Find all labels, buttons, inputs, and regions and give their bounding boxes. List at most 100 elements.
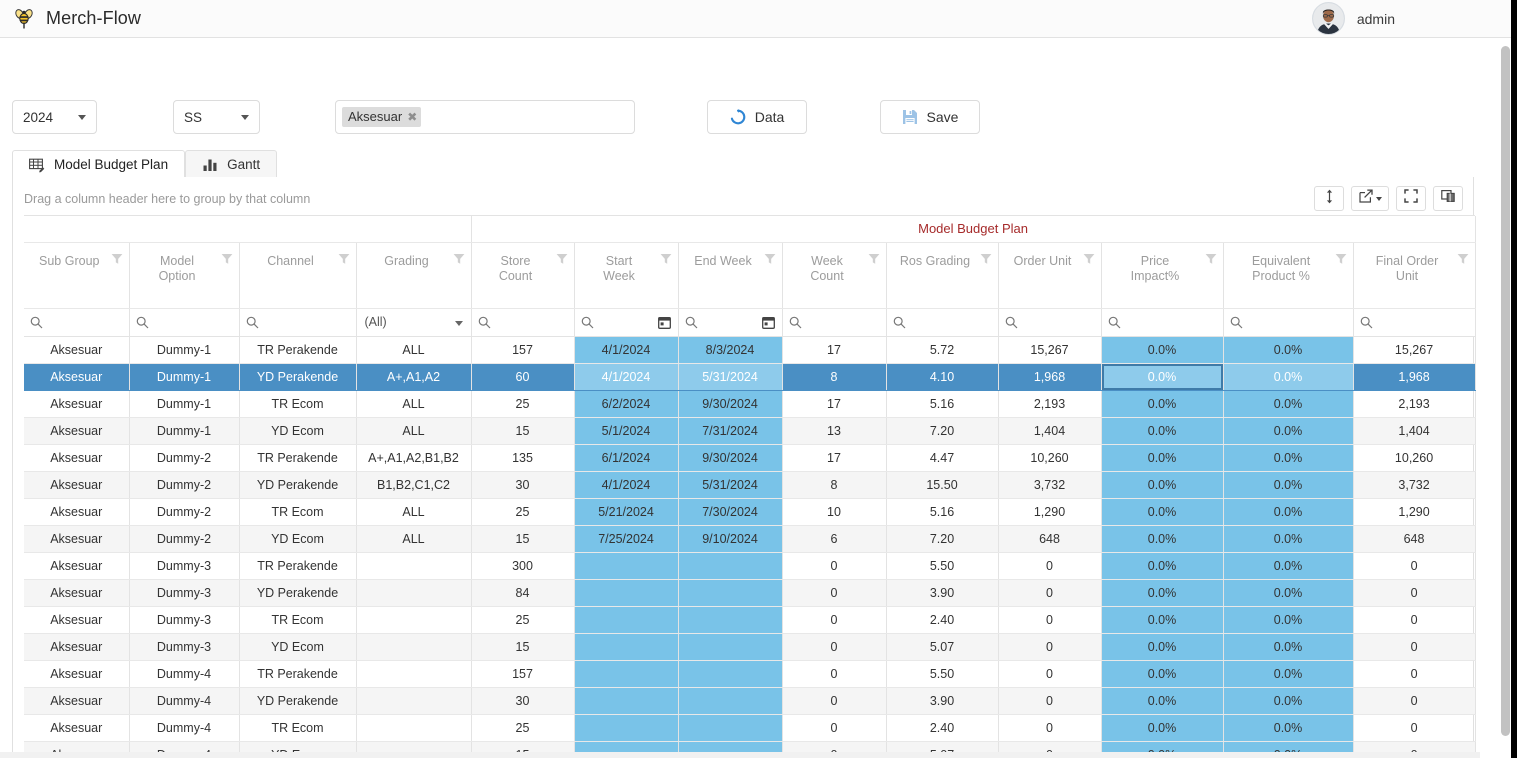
table-row[interactable]: Aksesuar Dummy-1 YD Ecom ALL 15 5/1/2024 7/31/… <box>24 417 1476 445</box>
cell-week_count[interactable]: 0 <box>782 660 887 688</box>
cell-grading[interactable] <box>356 660 472 688</box>
table-row[interactable]: Aksesuar Dummy-1 TR Ecom ALL 25 6/2/2024 9/30/… <box>24 390 1476 418</box>
cell-price_impact[interactable]: 0.0% <box>1101 606 1224 634</box>
cell-sub_group[interactable]: Aksesuar <box>24 471 130 499</box>
cell-order_unit[interactable]: 1,404 <box>998 417 1102 445</box>
cell-equiv_pct[interactable]: 0.0% <box>1223 336 1354 364</box>
cell-channel[interactable]: TR Ecom <box>239 606 357 634</box>
cell-ros_grading[interactable]: 4.10 <box>886 363 999 391</box>
cell-store_count[interactable]: 25 <box>471 390 575 418</box>
cell-order_unit[interactable]: 0 <box>998 552 1102 580</box>
cell-model_option[interactable]: Dummy-3 <box>129 633 240 661</box>
cell-grading[interactable]: ALL <box>356 525 472 553</box>
cell-grading[interactable]: ALL <box>356 498 472 526</box>
cell-equiv_pct[interactable]: 0.0% <box>1223 579 1354 607</box>
cell-grading[interactable] <box>356 606 472 634</box>
cell-order_unit[interactable]: 1,290 <box>998 498 1102 526</box>
cell-final_order[interactable]: 0 <box>1353 552 1476 580</box>
cell-store_count[interactable]: 30 <box>471 687 575 715</box>
filter-cell-channel[interactable] <box>239 308 357 337</box>
cell-final_order[interactable]: 2,193 <box>1353 390 1476 418</box>
filter-icon[interactable] <box>111 253 123 269</box>
search-icon[interactable] <box>1005 316 1018 332</box>
cell-equiv_pct[interactable]: 0.0% <box>1223 363 1354 391</box>
cell-grading[interactable]: ALL <box>356 417 472 445</box>
cell-ros_grading[interactable]: 5.50 <box>886 660 999 688</box>
cell-grading[interactable] <box>356 579 472 607</box>
cell-grading[interactable]: B1,B2,C1,C2 <box>356 471 472 499</box>
cell-store_count[interactable]: 300 <box>471 552 575 580</box>
cell-channel[interactable]: YD Ecom <box>239 633 357 661</box>
filter-icon[interactable] <box>1457 253 1469 269</box>
cell-grading[interactable]: A+,A1,A2 <box>356 363 472 391</box>
filter-cell-order_unit[interactable] <box>998 308 1102 337</box>
cell-equiv_pct[interactable]: 0.0% <box>1223 471 1354 499</box>
cell-store_count[interactable]: 157 <box>471 660 575 688</box>
cell-week_count[interactable]: 17 <box>782 336 887 364</box>
cell-sub_group[interactable]: Aksesuar <box>24 525 130 553</box>
filter-icon[interactable] <box>764 253 776 269</box>
cell-week_count[interactable]: 0 <box>782 633 887 661</box>
cell-end_week[interactable] <box>678 579 783 607</box>
cell-ros_grading[interactable]: 5.50 <box>886 552 999 580</box>
cell-start_week[interactable]: 4/1/2024 <box>574 471 679 499</box>
cell-end_week[interactable] <box>678 606 783 634</box>
cell-end_week[interactable] <box>678 714 783 742</box>
cell-end_week[interactable]: 9/10/2024 <box>678 525 783 553</box>
cell-model_option[interactable]: Dummy-2 <box>129 525 240 553</box>
cell-ros_grading[interactable]: 7.20 <box>886 417 999 445</box>
cell-week_count[interactable]: 0 <box>782 552 887 580</box>
cell-week_count[interactable]: 13 <box>782 417 887 445</box>
cell-store_count[interactable]: 30 <box>471 471 575 499</box>
cell-sub_group[interactable]: Aksesuar <box>24 606 130 634</box>
filter-icon[interactable] <box>660 253 672 269</box>
cell-equiv_pct[interactable]: 0.0% <box>1223 390 1354 418</box>
data-button[interactable]: Data <box>707 100 807 134</box>
cell-grading[interactable] <box>356 714 472 742</box>
cell-week_count[interactable]: 8 <box>782 363 887 391</box>
filter-icon[interactable] <box>1335 253 1347 269</box>
cell-start_week[interactable] <box>574 579 679 607</box>
cell-price_impact[interactable]: 0.0% <box>1101 417 1224 445</box>
cell-final_order[interactable]: 10,260 <box>1353 444 1476 472</box>
cell-price_impact[interactable]: 0.0% <box>1101 444 1224 472</box>
table-row[interactable]: Aksesuar Dummy-4 YD Perakende 30 0 3.90 0 0.0% 0… <box>24 687 1476 715</box>
cell-sub_group[interactable]: Aksesuar <box>24 336 130 364</box>
table-row[interactable]: Aksesuar Dummy-2 TR Ecom ALL 25 5/21/2024 7/30… <box>24 498 1476 526</box>
cell-week_count[interactable]: 0 <box>782 579 887 607</box>
cell-ros_grading[interactable]: 2.40 <box>886 606 999 634</box>
cell-channel[interactable]: TR Perakende <box>239 336 357 364</box>
cell-ros_grading[interactable]: 3.90 <box>886 687 999 715</box>
cell-week_count[interactable]: 6 <box>782 525 887 553</box>
cell-channel[interactable]: TR Perakende <box>239 552 357 580</box>
cell-price_impact[interactable]: 0.0% <box>1101 390 1224 418</box>
group-panel[interactable]: Drag a column header here to group by th… <box>13 183 1473 215</box>
search-icon[interactable] <box>893 316 906 332</box>
filter-cell-sub_group[interactable] <box>24 308 130 337</box>
cell-model_option[interactable]: Dummy-4 <box>129 687 240 715</box>
cell-final_order[interactable]: 0 <box>1353 579 1476 607</box>
cell-order_unit[interactable]: 0 <box>998 687 1102 715</box>
close-icon[interactable]: ✖ <box>407 111 417 123</box>
cell-sub_group[interactable]: Aksesuar <box>24 714 130 742</box>
cell-start_week[interactable] <box>574 687 679 715</box>
cell-end_week[interactable] <box>678 552 783 580</box>
cell-price_impact[interactable]: 0.0% <box>1101 633 1224 661</box>
cell-start_week[interactable] <box>574 552 679 580</box>
cell-grading[interactable] <box>356 687 472 715</box>
cell-final_order[interactable]: 1,968 <box>1353 363 1476 391</box>
cell-model_option[interactable]: Dummy-3 <box>129 579 240 607</box>
cell-model_option[interactable]: Dummy-1 <box>129 336 240 364</box>
cell-price_impact[interactable]: 0.0% <box>1101 660 1224 688</box>
cell-end_week[interactable]: 5/31/2024 <box>678 363 783 391</box>
tab-gantt[interactable]: Gantt <box>185 150 278 178</box>
search-icon[interactable] <box>1108 316 1121 332</box>
search-icon[interactable] <box>30 316 43 332</box>
cell-sub_group[interactable]: Aksesuar <box>24 579 130 607</box>
filter-cell-end_week[interactable] <box>678 308 783 337</box>
cell-channel[interactable]: TR Perakende <box>239 660 357 688</box>
cell-channel[interactable]: YD Ecom <box>239 525 357 553</box>
table-row[interactable]: Aksesuar Dummy-4 TR Ecom 25 0 2.40 0 0.0% 0.0% 0 <box>24 714 1476 742</box>
cell-store_count[interactable]: 135 <box>471 444 575 472</box>
filter-cell-final_order[interactable] <box>1353 308 1476 337</box>
